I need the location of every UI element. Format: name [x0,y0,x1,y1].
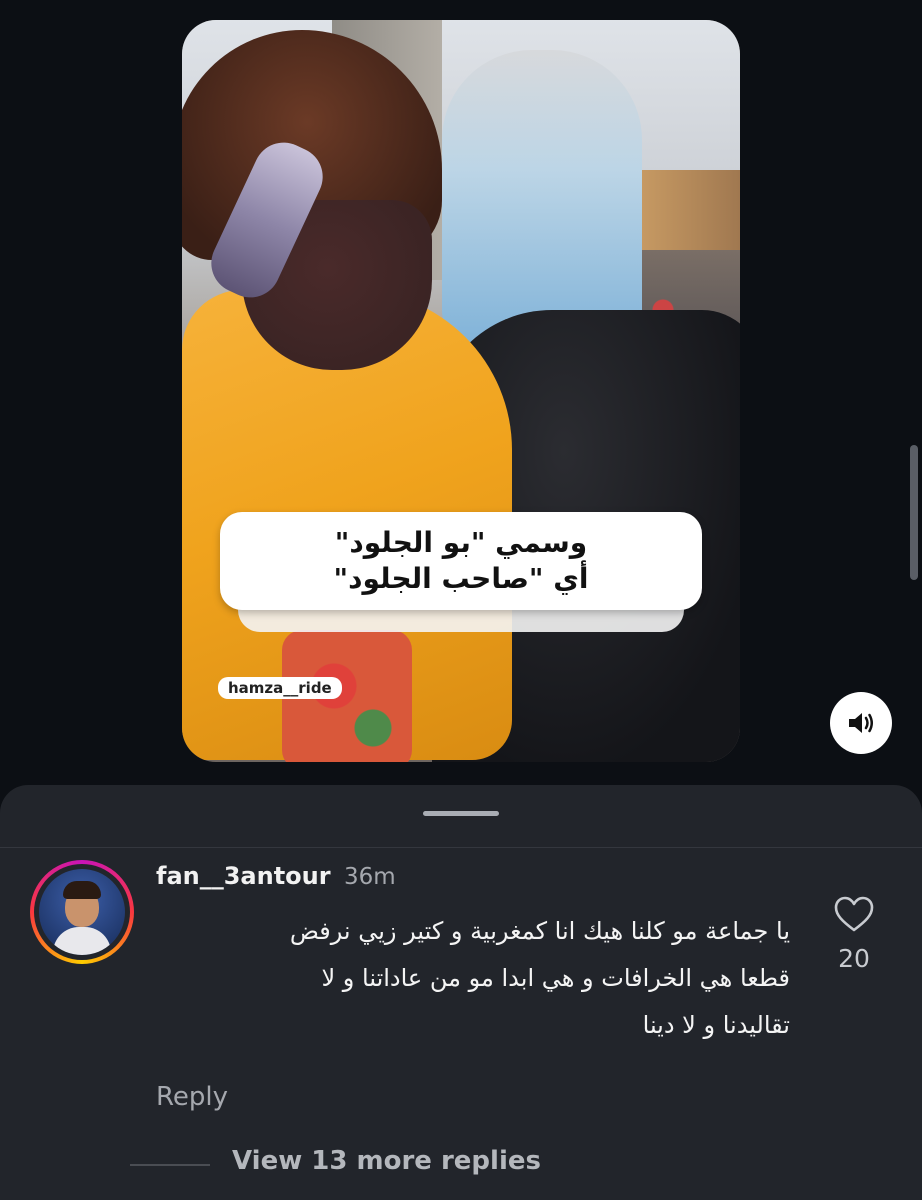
caption-line: وسمي "بو الجلود" [334,526,588,559]
comment-line: قطعا هي الخرافات و هي ابدا مو من عاداتنا… [321,964,790,992]
comment-text: يا جماعة مو كلنا هيك انا كمغربية و كتير … [150,908,790,1049]
video-masked-figure [442,50,642,350]
creator-watermark: hamza__ride [218,677,342,699]
divider [0,847,922,848]
video-caption: وسمي "بو الجلود" أي "صاحب الجلود" [220,512,702,632]
avatar[interactable] [30,860,134,964]
avatar-photo [39,869,125,955]
sheet-drag-handle[interactable] [423,811,499,816]
comment-timestamp: 36m [344,864,396,890]
scrollbar[interactable] [910,445,918,580]
comment-line: تقاليدنا و لا دينا [642,1011,790,1039]
speaker-icon [849,713,873,733]
video-frame [182,20,740,762]
view-more-replies-button[interactable]: View 13 more replies [232,1146,541,1176]
replies-divider [130,1164,210,1166]
video-player[interactable]: وسمي "بو الجلود" أي "صاحب الجلود" hamza_… [182,20,740,762]
sound-toggle-button[interactable] [830,692,892,754]
heart-icon[interactable] [834,896,874,934]
caption-card: وسمي "بو الجلود" أي "صاحب الجلود" [220,512,702,610]
caption-line: أي "صاحب الجلود" [333,562,589,595]
comment-line: يا جماعة مو كلنا هيك انا كمغربية و كتير … [289,917,790,945]
like-count: 20 [838,944,870,973]
reply-button[interactable]: Reply [156,1082,228,1112]
comment-username[interactable]: fan__3antour [156,862,331,890]
